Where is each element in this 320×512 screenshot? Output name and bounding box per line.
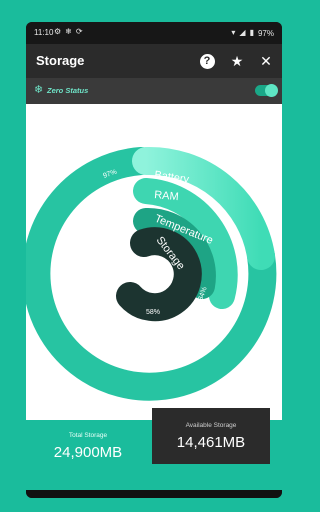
toggle-knob [265,84,278,97]
battery-icon: ▮ [249,28,254,37]
star-icon: ★ [230,52,244,69]
total-storage-value: 24,900MB [53,444,123,461]
snowflake-icon: ❄ [34,84,44,96]
sync-icon: ⟳ [75,27,83,36]
storage-ring [116,227,202,322]
ram-percent-label: 38% [210,317,223,333]
storage-radial-chart: Battery RAM Temperature Storage 97% 34% … [26,146,277,401]
chart-area: Battery RAM Temperature Storage 97% 34% … [26,104,282,420]
help-icon: ? [199,53,215,69]
zero-status-label: Zero Status [47,86,89,95]
device-screen: 11:10 ⚙ ❄ ⟳ ▾ ◢ ▮ 97% Storage ? ★ ✕ ❄ Ze… [26,22,282,498]
zero-status-bar: ❄ Zero Status [26,78,282,104]
close-icon: ✕ [260,52,272,69]
navigation-bar [26,490,282,498]
wifi-icon: ▾ [231,28,236,37]
page-title: Storage [36,53,85,68]
total-storage-label: Total Storage [68,432,108,439]
storage-percent-label: 58% [146,309,160,316]
battery-percent: 97% [257,28,274,38]
storage-footer: Total Storage 24,900MB Available Storage… [26,408,282,490]
status-time: 11:10 [34,28,54,37]
snowflake-icon: ❄ [65,27,72,36]
favorite-button[interactable]: ★ [228,52,246,70]
available-storage-label: Available Storage [185,422,237,429]
app-bar: Storage ? ★ ✕ [26,44,282,78]
ram-label: RAM [154,189,179,203]
status-bar: 11:10 ⚙ ❄ ⟳ ▾ ◢ ▮ 97% [26,22,282,44]
settings-icon: ⚙ [54,27,62,36]
available-storage-value: 14,461MB [176,434,246,451]
close-button[interactable]: ✕ [257,52,275,70]
help-button[interactable]: ? [198,52,216,70]
available-storage-card: Available Storage 14,461MB [152,408,270,464]
zero-status-toggle[interactable] [255,84,278,97]
signal-icon: ◢ [239,28,246,37]
